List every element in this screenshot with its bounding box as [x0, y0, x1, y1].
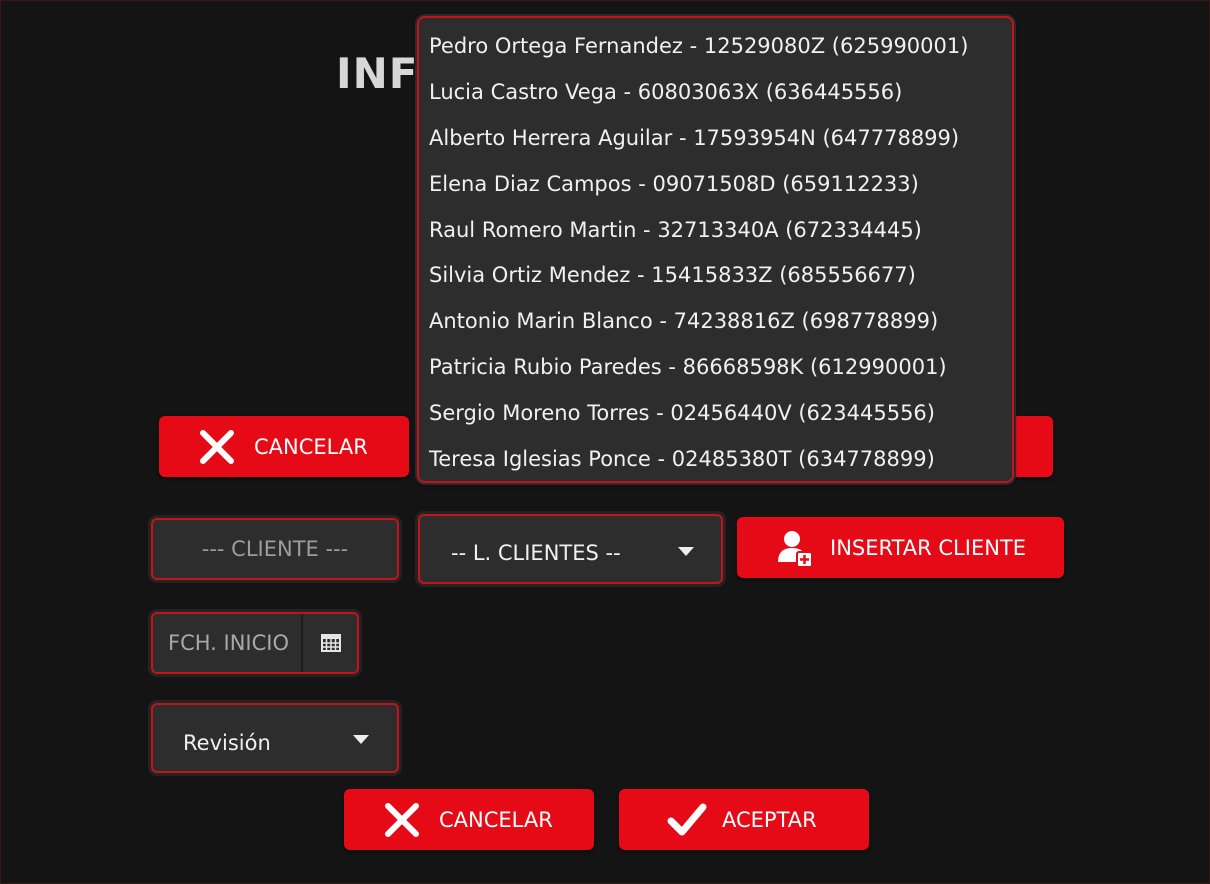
cancel-button[interactable]: CANCELAR [344, 789, 594, 850]
insert-client-label: INSERTAR CLIENTE [830, 535, 1027, 560]
type-select[interactable]: Revisión [151, 703, 399, 773]
client-option[interactable]: Patricia Rubio Paredes - 86668598K (6129… [429, 351, 968, 397]
close-x-icon [382, 802, 422, 838]
add-user-icon [774, 528, 814, 568]
close-x-icon [197, 429, 237, 465]
client-list-selected-value: -- L. CLIENTES -- [451, 541, 621, 565]
chevron-down-icon [678, 547, 694, 556]
client-option[interactable]: Lucia Castro Vega - 60803063X (636445556… [429, 76, 968, 122]
insert-client-button[interactable]: INSERTAR CLIENTE [737, 517, 1064, 578]
client-option[interactable]: Antonio Marin Blanco - 74238816Z (698778… [429, 305, 968, 351]
cancel-button-label: CANCELAR [254, 434, 368, 459]
start-date-placeholder: FCH. INICIO [168, 631, 289, 655]
dialog-title: INF [336, 49, 419, 98]
calendar-icon [321, 634, 341, 652]
chevron-down-icon [353, 735, 369, 744]
client-option[interactable]: Silvia Ortiz Mendez - 15415833Z (6855566… [429, 259, 968, 305]
calendar-picker-button[interactable] [301, 614, 359, 672]
client-option[interactable]: Alberto Herrera Aguilar - 17593954N (647… [429, 122, 968, 168]
start-date-field[interactable]: FCH. INICIO [151, 612, 359, 674]
client-option[interactable]: Elena Diaz Campos - 09071508D (659112233… [429, 168, 968, 214]
dialog-window: INF CANCELAR --- CLIENTE --- -- L. CLIEN… [0, 0, 1210, 884]
client-option[interactable]: Pedro Ortega Fernandez - 12529080Z (6259… [429, 30, 968, 76]
accept-button[interactable]: ACEPTAR [619, 789, 869, 850]
checkmark-icon [667, 803, 707, 837]
client-field-placeholder: --- CLIENTE --- [201, 537, 349, 561]
client-option[interactable]: Raul Romero Martin - 32713340A (67233444… [429, 214, 968, 260]
cancel-button-top[interactable]: CANCELAR [159, 416, 409, 477]
client-list-select[interactable]: -- L. CLIENTES -- [418, 514, 723, 584]
accept-button-label: ACEPTAR [722, 807, 817, 832]
type-select-value: Revisión [183, 731, 271, 755]
client-field[interactable]: --- CLIENTE --- [151, 518, 399, 580]
cancel-button-label: CANCELAR [439, 807, 553, 832]
client-option[interactable]: Sergio Moreno Torres - 02456440V (623445… [429, 397, 968, 443]
client-dropdown-popup: Pedro Ortega Fernandez - 12529080Z (6259… [417, 16, 1014, 483]
client-option[interactable]: Teresa Iglesias Ponce - 02485380T (63477… [429, 443, 968, 481]
client-dropdown-list: Pedro Ortega Fernandez - 12529080Z (6259… [429, 30, 968, 481]
